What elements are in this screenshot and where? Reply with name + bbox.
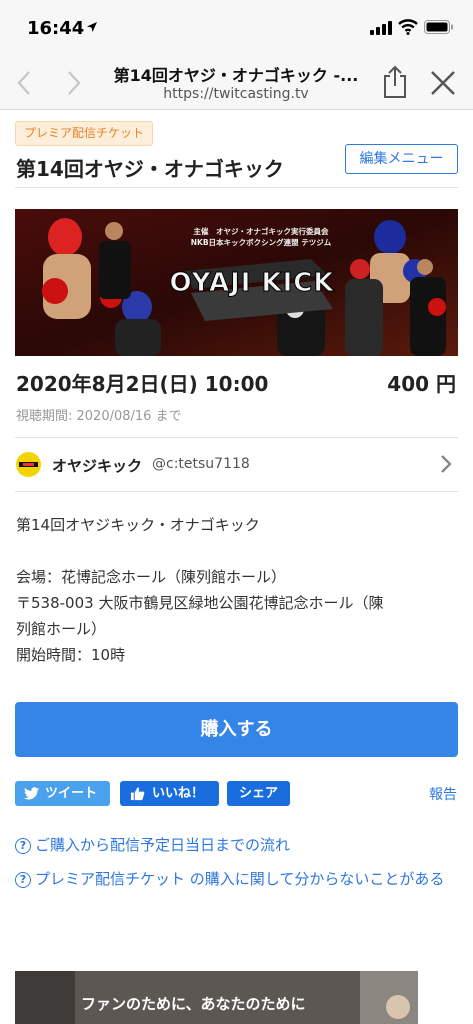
- faq-link[interactable]: ? プレミア配信チケット の購入に関して分からないことがある: [15, 866, 458, 892]
- wifi-icon: [398, 19, 418, 35]
- description-line: 〒538-003 大阪市鶴見区緑地公園花博記念ホール（陳: [16, 594, 384, 612]
- forward-arrow-icon[interactable]: [64, 68, 84, 98]
- faq-link-text: プレミア配信チケット の購入に関して分からないことがある: [35, 870, 445, 888]
- banner-organizer-line2: NKB日本キックボクシング連盟 テツジム: [191, 237, 332, 247]
- page-title: 第14回オヤジ・オナゴキック: [16, 157, 284, 181]
- event-description: 第14回オヤジキック・オナゴキック 会場：花博記念ホール（陳列館ホール） 〒53…: [16, 512, 456, 668]
- broadcaster-id: @c:tetsu7118: [152, 456, 250, 472]
- banner-logo-text: OYAJI KICK: [169, 268, 334, 298]
- tweet-button[interactable]: ツイート: [15, 781, 110, 806]
- promo-text: ファンのために、あなたのために: [81, 995, 306, 1013]
- event-banner-image: OYAJI KICK 主催 オヤジ・オナゴキック実行委員会 NKB日本キックボク…: [15, 209, 458, 356]
- description-line: 列館ホール）: [16, 620, 107, 638]
- divider: [15, 491, 458, 492]
- close-icon[interactable]: [430, 70, 456, 96]
- banner-organizer-line1: 主催 オヤジ・オナゴキック実行委員会: [194, 226, 329, 236]
- promo-banner[interactable]: ファンのために、あなたのために: [15, 971, 418, 1024]
- ticket-price: 400 円: [387, 372, 456, 396]
- browser-url[interactable]: https://twitcasting.tv: [108, 86, 364, 102]
- chevron-right-icon: [441, 455, 452, 473]
- broadcaster-row[interactable]: オヤジキック @c:tetsu7118: [15, 438, 458, 491]
- broadcaster-name: オヤジキック: [52, 457, 143, 475]
- purchase-flow-link-text: ご購入から配信予定日当日までの流れ: [35, 836, 291, 854]
- thumbs-up-icon: [130, 787, 145, 801]
- description-line: 開始時間：10時: [16, 646, 126, 664]
- purchase-flow-link[interactable]: ? ご購入から配信予定日当日までの流れ: [15, 832, 458, 858]
- help-circle-icon: ?: [15, 872, 31, 888]
- tweet-label: ツイート: [45, 786, 98, 801]
- help-circle-icon: ?: [15, 838, 31, 854]
- battery-icon: [424, 20, 453, 34]
- location-arrow-icon: [87, 22, 97, 32]
- like-button[interactable]: いいね！: [120, 781, 219, 806]
- divider: [15, 187, 458, 188]
- browser-toolbar: 第14回オヤジ・オナゴキック -... https://twitcasting.…: [0, 56, 473, 110]
- report-link[interactable]: 報告: [429, 784, 457, 804]
- signal-icon: [370, 21, 392, 35]
- twitter-bird-icon: [24, 787, 39, 800]
- broadcaster-avatar: [16, 452, 41, 477]
- event-date: 2020年8月2日(日) 10:00: [16, 372, 269, 396]
- premier-ticket-badge: プレミア配信チケット: [15, 121, 154, 146]
- status-time: 16:44: [27, 18, 85, 39]
- share-button[interactable]: シェア: [227, 781, 290, 806]
- back-arrow-icon[interactable]: [14, 68, 34, 98]
- viewing-period: 視聴期間: 2020/08/16 まで: [16, 409, 182, 424]
- description-line: 第14回オヤジキック・オナゴキック: [16, 516, 260, 534]
- purchase-button[interactable]: 購入する: [15, 702, 458, 757]
- description-line: [16, 538, 456, 564]
- like-label: いいね！: [152, 786, 205, 801]
- edit-menu-button[interactable]: 編集メニュー: [345, 144, 458, 174]
- browser-page-title: 第14回オヤジ・オナゴキック -...: [113, 66, 359, 85]
- status-bar: 16:44: [0, 0, 473, 56]
- share-icon[interactable]: [380, 64, 410, 100]
- description-line: 会場：花博記念ホール（陳列館ホール）: [16, 568, 287, 586]
